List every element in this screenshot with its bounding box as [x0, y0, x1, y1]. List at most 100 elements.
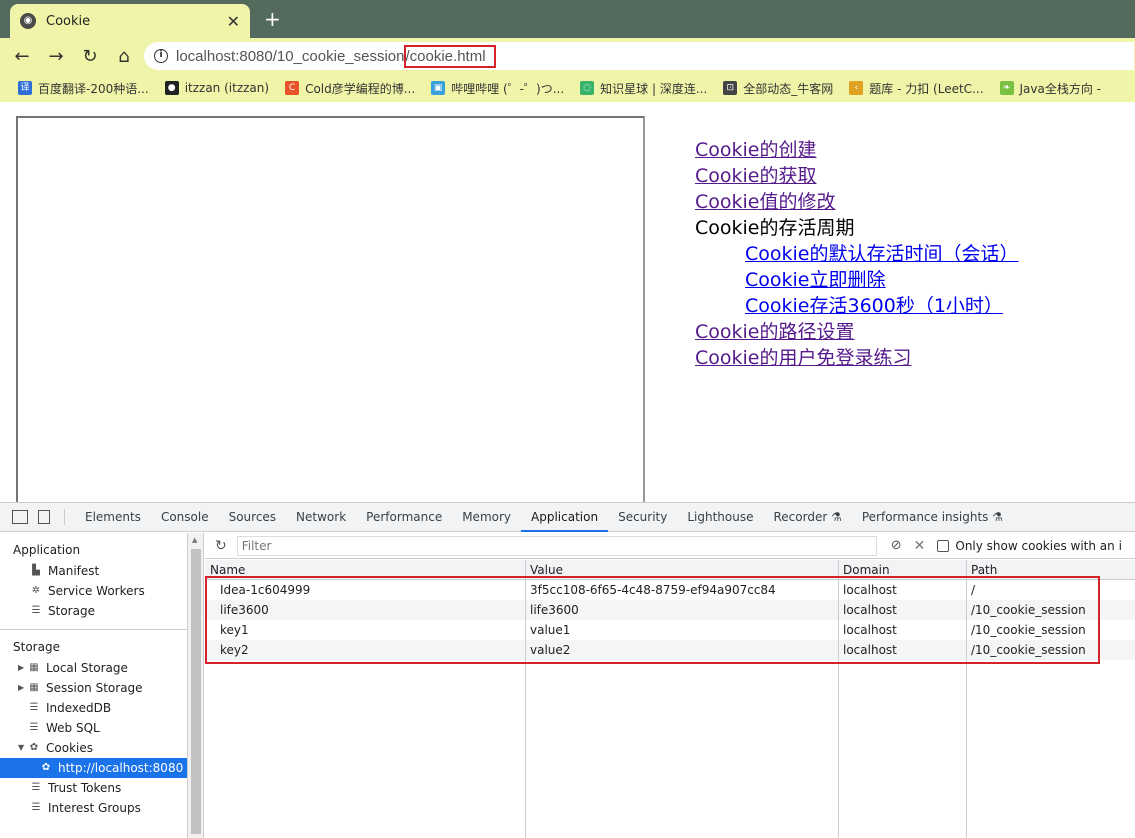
bookmark-item[interactable]: 译百度翻译-200种语... [18, 80, 149, 97]
column-header-value[interactable]: Value [530, 563, 563, 577]
bookmark-item[interactable]: ‹ 题库 - 力扣 (LeetC... [849, 80, 984, 97]
grid-icon: ▦ [29, 662, 39, 673]
cookie-link[interactable]: Cookie的获取 [695, 165, 817, 187]
cookie-link[interactable]: Cookie的默认存活时间（会话） [745, 243, 1019, 265]
cell-domain: localhost [843, 583, 897, 597]
sidebar-item[interactable]: ☰ Web SQL [0, 718, 187, 738]
tab-lighthouse[interactable]: Lighthouse [677, 503, 763, 532]
tab-network[interactable]: Network [286, 503, 356, 532]
sidebar-item-label: Session Storage [46, 681, 143, 695]
cell-path: /10_cookie_session [971, 643, 1086, 657]
cookie-link-list: Cookie的创建 Cookie的获取 Cookie值的修改 Cookie的存活周期 C… [695, 137, 1019, 371]
device-toolbar-icon[interactable] [38, 510, 50, 524]
table-row[interactable]: key2 value2 localhost/10_cookie_session [205, 640, 1135, 660]
caret-right-icon[interactable]: ▶ [18, 658, 28, 678]
new-tab-button[interactable]: + [264, 7, 281, 31]
bookmark-item[interactable]: ● itzzan (itzzan) [164, 81, 270, 95]
clear-filtered-icon[interactable]: ⊘ [891, 538, 902, 553]
column-header-domain[interactable]: Domain [843, 563, 890, 577]
tab-console[interactable]: Console [151, 503, 219, 532]
cookie-icon: ✿ [29, 742, 39, 753]
caret-right-icon[interactable]: ▶ [18, 678, 28, 698]
divider [64, 509, 65, 525]
column-header-name[interactable]: Name [210, 563, 245, 577]
sidebar-item[interactable]: ▶ ▦ Local Storage [0, 658, 187, 678]
back-icon[interactable]: ← [10, 46, 34, 67]
bookmark-item[interactable]: ❧ Java全栈方向 - [999, 80, 1102, 97]
close-icon[interactable]: ✕ [227, 12, 240, 31]
sidebar-item[interactable]: ☰ Storage [0, 601, 187, 621]
column-divider [966, 560, 967, 838]
browser-toolbar: ← → ↻ ⌂ i localhost:8080/10_cookie_sessi… [0, 38, 1135, 74]
table-header: Name Value Domain Path [205, 560, 1135, 580]
refresh-icon[interactable]: ↻ [215, 538, 227, 554]
table-row[interactable]: Idea-1c604999 3f5cc108-6f65-4c48-8759-ef9… [205, 580, 1135, 600]
tab-performance-insights[interactable]: Performance insights ⚗ [852, 503, 1013, 532]
only-show-issues-checkbox[interactable] [937, 539, 950, 552]
table-row[interactable]: key1 value1 localhost/10_cookie_session [205, 620, 1135, 640]
cell-value: 3f5cc108-6f65-4c48-8759-ef94a907cc84 [530, 583, 776, 597]
tab-security[interactable]: Security [608, 503, 677, 532]
sidebar-header-application: Application [13, 543, 81, 557]
tab-elements[interactable]: Elements [75, 503, 151, 532]
sidebar-item[interactable]: ✲ Service Workers [0, 581, 187, 601]
column-header-path[interactable]: Path [971, 563, 997, 577]
sidebar-item-label: Interest Groups [48, 801, 141, 815]
cookie-link[interactable]: Cookie存活3600秒（1小时） [745, 295, 1003, 317]
bookmark-label: 全部动态_牛客网 [743, 81, 834, 96]
bookmark-label: 知识星球 | 深度连... [600, 81, 708, 96]
cookie-filter-bar: ↻ ⊘ ✕ Only show cookies with an i [205, 533, 1135, 559]
tab-memory[interactable]: Memory [452, 503, 521, 532]
sidebar-item[interactable]: ☰ IndexedDB [0, 698, 187, 718]
sidebar-item-label: IndexedDB [46, 701, 112, 715]
cookie-link[interactable]: Cookie的创建 [695, 139, 817, 161]
link-row: Cookie存活3600秒（1小时） [695, 293, 1019, 319]
tab-application[interactable]: Application [521, 503, 609, 532]
tab-sources[interactable]: Sources [219, 503, 286, 532]
link-row: Cookie的获取 [695, 163, 1019, 189]
delete-selected-icon[interactable]: ✕ [914, 538, 926, 554]
tab-performance[interactable]: Performance [356, 503, 452, 532]
filter-input[interactable] [236, 535, 877, 556]
address-bar[interactable]: i localhost:8080/10_cookie_session/cooki… [144, 42, 1134, 70]
only-show-label: Only show cookies with an i [955, 538, 1122, 553]
bookmark-item[interactable]: C Cold彦学编程的博... [285, 80, 415, 97]
bookmark-item[interactable]: ⊡ 全部动态_牛客网 [723, 80, 833, 97]
bookmark-label: 题库 - 力扣 (LeetC... [869, 81, 984, 96]
github-icon: ● [164, 81, 179, 95]
reload-icon[interactable]: ↻ [78, 46, 102, 67]
cookie-link[interactable]: Cookie立即删除 [745, 269, 886, 291]
cookie-link[interactable]: Cookie的用户免登录练习 [695, 347, 912, 369]
browser-tab[interactable]: ◉ Cookie ✕ [10, 4, 250, 38]
url-file-highlight: /cookie.html [403, 44, 496, 68]
caret-down-icon[interactable]: ▼ [18, 738, 28, 758]
column-divider [525, 560, 526, 838]
sidebar-item[interactable]: ▶ ▦ Session Storage [0, 678, 187, 698]
sidebar-item-cookie-origin[interactable]: ✿ http://localhost:8080 [0, 758, 187, 778]
bookmark-label: Java全栈方向 - [1019, 81, 1102, 96]
sidebar-item[interactable]: ☰ Interest Groups [0, 798, 187, 818]
bookmark-item[interactable]: ▣ 哔哩哔哩 (゜-゜)つ... [431, 80, 564, 97]
content-iframe[interactable] [16, 116, 645, 508]
link-row: Cookie立即删除 [695, 267, 1019, 293]
sidebar-item-label: Cookies [46, 741, 93, 755]
scrollbar-thumb[interactable] [191, 549, 201, 834]
sidebar-item[interactable]: ☰ Trust Tokens [0, 778, 187, 798]
table-row[interactable]: life3600 life3600 localhost/10_cookie_sess… [205, 600, 1135, 620]
sidebar-item[interactable]: ▼ ✿ Cookies [0, 738, 187, 758]
link-row: Cookie值的修改 [695, 189, 1019, 215]
home-icon[interactable]: ⌂ [112, 46, 136, 67]
csdn-icon: C [285, 81, 300, 95]
bookmark-label: itzzan (itzzan) [184, 81, 270, 95]
cookie-link[interactable]: Cookie值的修改 [695, 191, 836, 213]
scroll-up-icon[interactable]: ▲ [192, 536, 197, 544]
bookmark-item[interactable]: ◌ 知识星球 | 深度连... [580, 80, 707, 97]
tab-recorder[interactable]: Recorder ⚗ [764, 503, 852, 532]
forward-icon[interactable]: → [44, 46, 68, 67]
info-icon[interactable]: i [154, 49, 168, 63]
sidebar-item[interactable]: ▙ Manifest [0, 561, 187, 581]
cookie-link[interactable]: Cookie的路径设置 [695, 321, 855, 343]
sidebar-scrollbar[interactable]: ▲ [188, 533, 204, 838]
cookie-table: Name Value Domain Path Idea-1c604999 3f5c… [205, 560, 1135, 838]
inspect-element-icon[interactable] [12, 510, 28, 524]
